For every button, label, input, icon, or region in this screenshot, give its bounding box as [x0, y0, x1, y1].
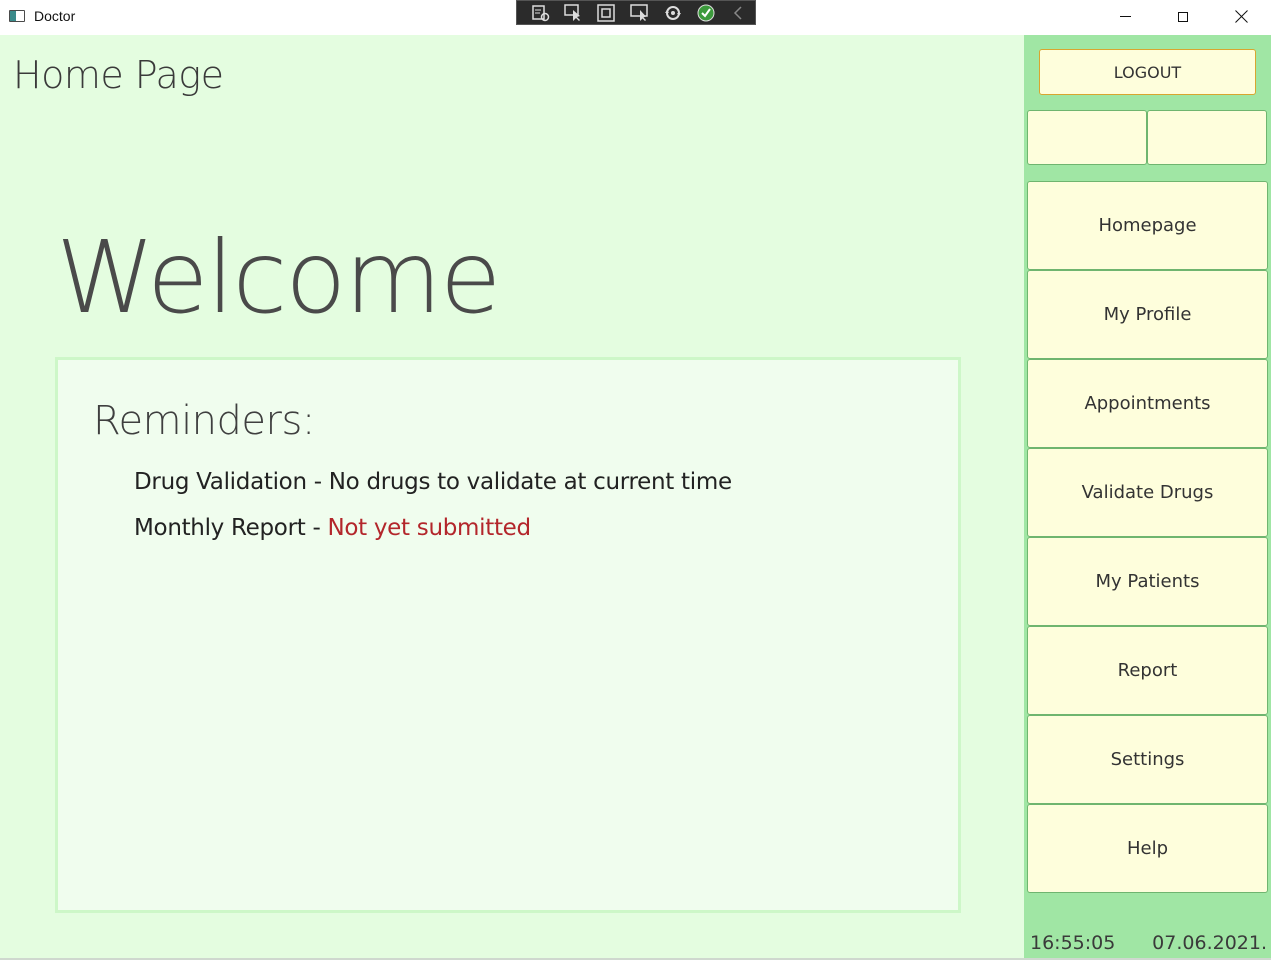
hot-reload-icon[interactable] [663, 4, 683, 22]
nav-report-button[interactable]: Report [1027, 626, 1268, 715]
nav-settings-button[interactable]: Settings [1027, 715, 1268, 804]
track-focus-icon[interactable] [630, 3, 650, 22]
welcome-heading: Welcome [56, 219, 501, 336]
close-icon [1235, 10, 1248, 23]
nav-validate-drugs-button[interactable]: Validate Drugs [1027, 448, 1268, 537]
display-layout-adorners-icon[interactable] [597, 3, 617, 22]
select-element-icon[interactable] [564, 3, 584, 22]
collapse-chevron-icon[interactable] [729, 4, 749, 22]
title-bar: Doctor [0, 0, 1271, 35]
minimize-button[interactable] [1096, 0, 1154, 33]
nav-help-button[interactable]: Help [1027, 804, 1268, 893]
reminders-panel: Reminders: Drug Validation - No drugs to… [55, 357, 961, 913]
close-button[interactable] [1212, 0, 1270, 33]
nav-my-patients-button[interactable]: My Patients [1027, 537, 1268, 626]
current-date: 07.06.2021. [1152, 932, 1267, 954]
sidebar: LOGOUT Homepage My Profile Appointments … [1024, 35, 1271, 960]
reminders-title: Reminders: [93, 398, 315, 444]
reminder-monthly-report: Monthly Report - Not yet submitted [134, 515, 531, 541]
live-visual-tree-icon[interactable] [531, 4, 551, 22]
maximize-icon [1178, 11, 1188, 22]
maximize-button[interactable] [1154, 0, 1212, 33]
minimize-icon [1119, 16, 1131, 17]
logout-button[interactable]: LOGOUT [1039, 49, 1256, 95]
debug-toolbar [516, 0, 756, 25]
reminder-drug-validation: Drug Validation - No drugs to validate a… [134, 469, 732, 495]
nav-my-profile-button[interactable]: My Profile [1027, 270, 1268, 359]
blank-button-left[interactable] [1027, 110, 1147, 165]
main-content: Home Page Welcome Reminders: Drug Valida… [0, 35, 1024, 960]
blank-button-right[interactable] [1147, 110, 1267, 165]
nav-homepage-button[interactable]: Homepage [1027, 181, 1268, 270]
reminder-label: Monthly Report - [134, 515, 328, 541]
clock-time: 16:55:05 [1030, 932, 1116, 954]
binding-failures-check-icon[interactable] [696, 4, 716, 22]
reminder-status: Not yet submitted [327, 515, 531, 541]
reminder-label: Drug Validation - No drugs to validate a… [134, 469, 732, 495]
sidebar-nav: Homepage My Profile Appointments Validat… [1027, 181, 1268, 893]
app-icon [9, 10, 25, 22]
window-title: Doctor [34, 8, 76, 24]
nav-appointments-button[interactable]: Appointments [1027, 359, 1268, 448]
page-title: Home Page [13, 53, 224, 97]
